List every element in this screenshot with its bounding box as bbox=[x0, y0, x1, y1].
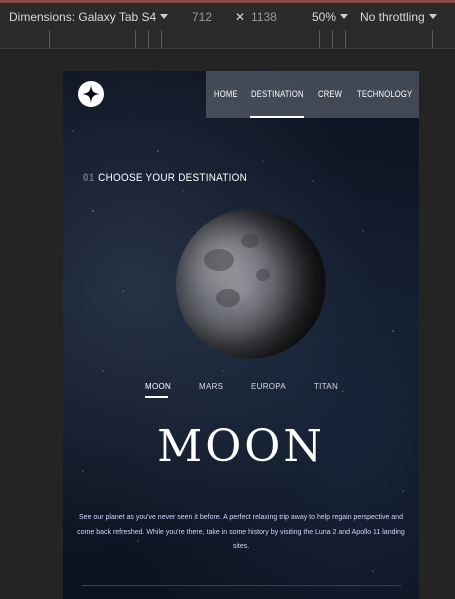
ruler-tick bbox=[135, 30, 136, 48]
nav-active-indicator bbox=[250, 116, 304, 118]
chevron-down-icon bbox=[160, 14, 169, 19]
main-nav: HOME DESTINATION CREW TECHNOLOGY bbox=[206, 71, 419, 118]
nav-item-technology[interactable]: TECHNOLOGY bbox=[357, 89, 412, 99]
throttling-label: No throttling bbox=[360, 10, 425, 24]
nav-item-home[interactable]: HOME bbox=[214, 89, 238, 99]
moon-crater bbox=[241, 234, 259, 248]
height-input[interactable]: 1138 bbox=[251, 10, 277, 24]
tab-titan[interactable]: TITAN bbox=[314, 382, 338, 391]
device-dimensions-label: Dimensions: Galaxy Tab S4 bbox=[9, 10, 157, 24]
nav-item-crew[interactable]: CREW bbox=[318, 89, 342, 99]
logo[interactable] bbox=[78, 81, 104, 107]
ruler-tick bbox=[319, 30, 320, 48]
chevron-down-icon bbox=[428, 14, 437, 19]
page-viewport: HOME DESTINATION CREW TECHNOLOGY 01 CHOOS… bbox=[63, 71, 419, 599]
destination-description: See our planet as you've never seen it b… bbox=[77, 514, 405, 550]
ruler-tick bbox=[332, 30, 333, 48]
zoom-label: 50% bbox=[312, 10, 337, 24]
chevron-down-icon bbox=[340, 14, 349, 19]
page-heading: 01 CHOOSE YOUR DESTINATION bbox=[83, 172, 247, 184]
media-query-ruler[interactable] bbox=[0, 30, 455, 49]
destination-title: MOON bbox=[157, 421, 325, 472]
ruler-tick bbox=[148, 30, 149, 48]
moon-crater bbox=[256, 269, 270, 281]
divider bbox=[82, 585, 401, 586]
moon-image bbox=[176, 209, 326, 359]
ruler-tick bbox=[161, 30, 162, 48]
tab-moon[interactable]: MOON bbox=[145, 382, 171, 391]
zoom-dropdown[interactable]: 50% bbox=[312, 10, 349, 24]
device-toolbar: Dimensions: Galaxy Tab S4 712 ✕ 1138 50%… bbox=[0, 3, 455, 30]
tab-europa[interactable]: EUROPA bbox=[251, 382, 286, 391]
tab-active-indicator bbox=[145, 396, 168, 398]
width-input[interactable]: 712 bbox=[192, 10, 212, 24]
moon-crater bbox=[204, 249, 234, 271]
moon-crater bbox=[216, 289, 240, 307]
device-dimensions-dropdown[interactable]: Dimensions: Galaxy Tab S4 bbox=[9, 10, 169, 24]
times-icon: ✕ bbox=[235, 10, 246, 24]
ruler-tick bbox=[49, 30, 50, 48]
ruler-tick bbox=[345, 30, 346, 48]
throttling-dropdown[interactable]: No throttling bbox=[360, 10, 437, 24]
star-icon bbox=[82, 85, 100, 103]
tab-mars[interactable]: MARS bbox=[199, 382, 223, 391]
ruler-tick bbox=[432, 30, 433, 48]
heading-number: 01 bbox=[83, 172, 95, 184]
nav-item-destination[interactable]: DESTINATION bbox=[251, 89, 304, 99]
heading-text: CHOOSE YOUR DESTINATION bbox=[98, 172, 248, 184]
